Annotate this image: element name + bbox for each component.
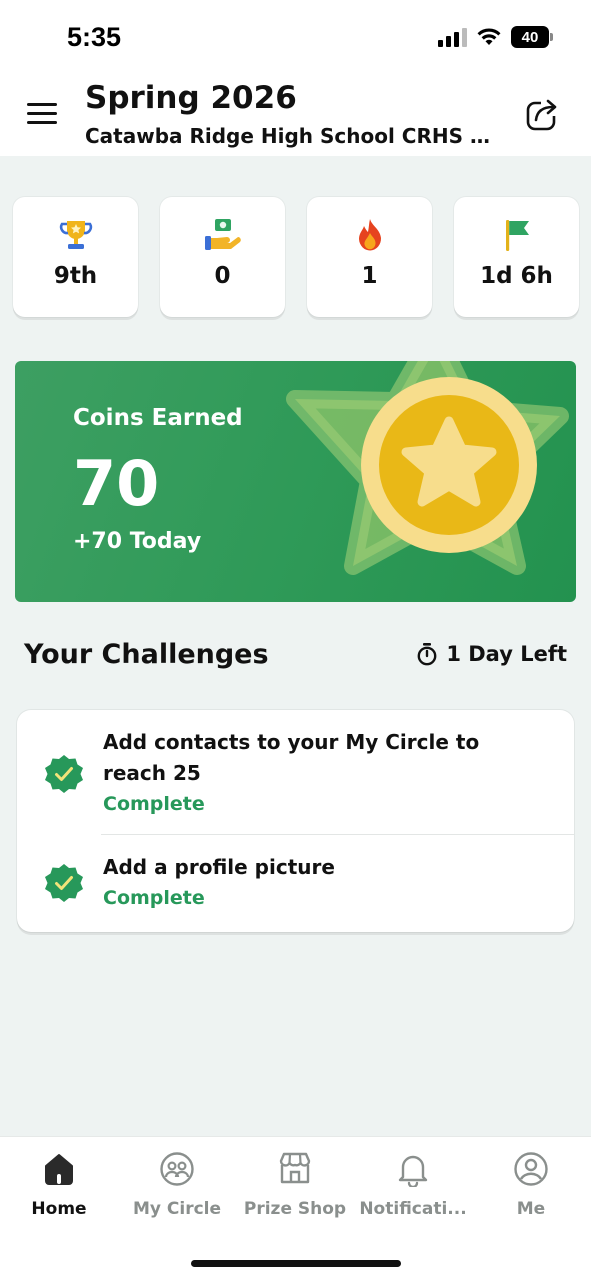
coins-earned-today: +70 Today (73, 529, 202, 554)
challenges-list: Add contacts to your My Circle to reach … (17, 710, 574, 932)
coins-earned-value: 70 (73, 447, 160, 520)
signal-icon (438, 27, 467, 47)
challenges-time-left: 1 Day Left (416, 642, 567, 666)
hand-coin-icon (204, 217, 241, 253)
nav-label: Prize Shop (243, 1199, 347, 1219)
nav-item-my-circle[interactable]: My Circle (118, 1149, 236, 1219)
challenges-title: Your Challenges (24, 639, 269, 670)
status-time: 5:35 (67, 22, 122, 52)
challenge-text: Add contacts to your My Circle to reach … (103, 730, 480, 785)
time-left-text: 1 Day Left (446, 642, 567, 666)
stat-streak-value: 1 (361, 263, 378, 289)
nav-item-notifications[interactable]: Notificati... (354, 1149, 472, 1219)
stats-row: 9th 0 1 1d 6h (13, 197, 579, 317)
stat-time-left-value: 1d 6h (480, 263, 553, 289)
bell-icon (393, 1149, 433, 1189)
nav-label: Me (516, 1199, 546, 1219)
stat-card-streak[interactable]: 1 (307, 197, 432, 317)
app-header: Spring 2026 Catawba Ridge High School CR… (0, 72, 591, 156)
page-subtitle: Catawba Ridge High School CRHS B... (85, 124, 495, 148)
stopwatch-icon (417, 643, 437, 666)
challenge-text: Add a profile picture (103, 855, 335, 879)
challenge-status: Complete (103, 793, 205, 815)
nav-label: My Circle (132, 1199, 222, 1219)
nav-label: Notificati... (359, 1199, 467, 1219)
nav-item-me[interactable]: Me (472, 1149, 590, 1219)
bottom-nav: Home My Circle Prize Shop Notificati... … (0, 1136, 591, 1280)
coins-earned-banner[interactable]: Coins Earned 70 +70 Today (15, 361, 576, 602)
nav-item-home[interactable]: Home (0, 1149, 118, 1219)
stat-rank-value: 9th (53, 263, 98, 289)
coins-earned-label: Coins Earned (73, 405, 243, 431)
battery-level: 40 (521, 28, 539, 46)
star-coin-icon (286, 361, 569, 575)
stat-coins-given-value: 0 (214, 263, 231, 289)
home-indicator (191, 1260, 401, 1267)
share-icon[interactable] (525, 96, 561, 132)
challenge-status: Complete (103, 887, 205, 909)
status-bar: 5:35 40 (0, 0, 591, 72)
flag-icon (502, 217, 532, 253)
hamburger-icon[interactable] (27, 103, 57, 125)
status-icons: 40 (438, 26, 553, 48)
page-title: Spring 2026 (85, 80, 297, 116)
challenge-item[interactable]: Add a profile picture Complete (17, 835, 574, 932)
nav-item-prize-shop[interactable]: Prize Shop (236, 1149, 354, 1219)
check-badge-icon (45, 864, 83, 902)
stat-card-coins-given[interactable]: 0 (160, 197, 285, 317)
nav-label: Home (31, 1199, 87, 1219)
circle-faces-icon (157, 1149, 197, 1189)
trophy-icon (59, 217, 93, 253)
challenge-item[interactable]: Add contacts to your My Circle to reach … (17, 710, 574, 834)
stat-card-rank[interactable]: 9th (13, 197, 138, 317)
flame-icon (356, 217, 384, 253)
check-badge-icon (45, 755, 83, 793)
home-icon (39, 1149, 79, 1189)
stat-card-time-left[interactable]: 1d 6h (454, 197, 579, 317)
wifi-icon (477, 28, 501, 45)
battery-icon: 40 (511, 26, 553, 48)
shop-icon (275, 1149, 315, 1189)
user-icon (511, 1149, 551, 1189)
